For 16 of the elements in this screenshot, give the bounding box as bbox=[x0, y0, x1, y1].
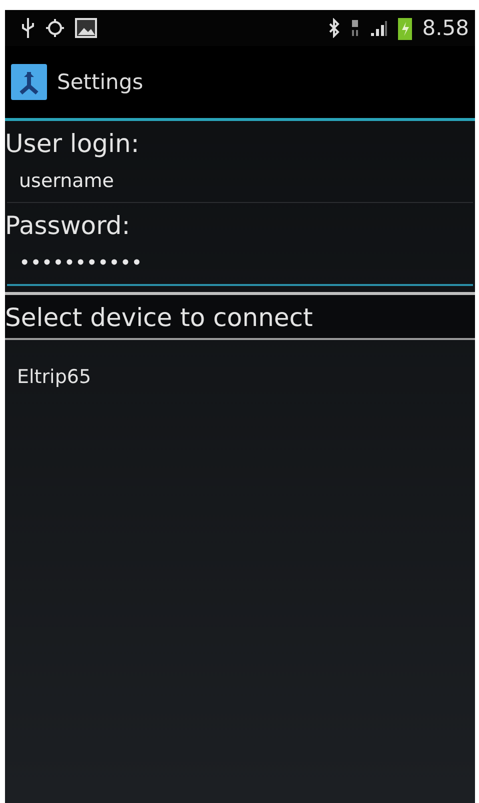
bluetooth-icon bbox=[328, 18, 340, 38]
network-type-icon bbox=[350, 18, 360, 38]
image-icon bbox=[75, 18, 97, 38]
battery-icon bbox=[398, 16, 412, 40]
signal-icon bbox=[370, 19, 388, 37]
clock: 8.58 bbox=[422, 16, 469, 40]
device-item[interactable]: Eltrip65 bbox=[5, 340, 475, 398]
input-field[interactable]: username bbox=[7, 162, 473, 203]
section-header: Select device to connect bbox=[5, 295, 475, 338]
field-label: User login: bbox=[5, 128, 140, 160]
app-icon[interactable] bbox=[11, 64, 47, 100]
screen-title: Settings bbox=[57, 70, 144, 94]
gps-icon bbox=[45, 18, 65, 38]
field-label: Password: bbox=[5, 210, 132, 242]
usb-icon bbox=[21, 17, 35, 39]
input-field[interactable]: ••••••••••• bbox=[7, 244, 473, 286]
